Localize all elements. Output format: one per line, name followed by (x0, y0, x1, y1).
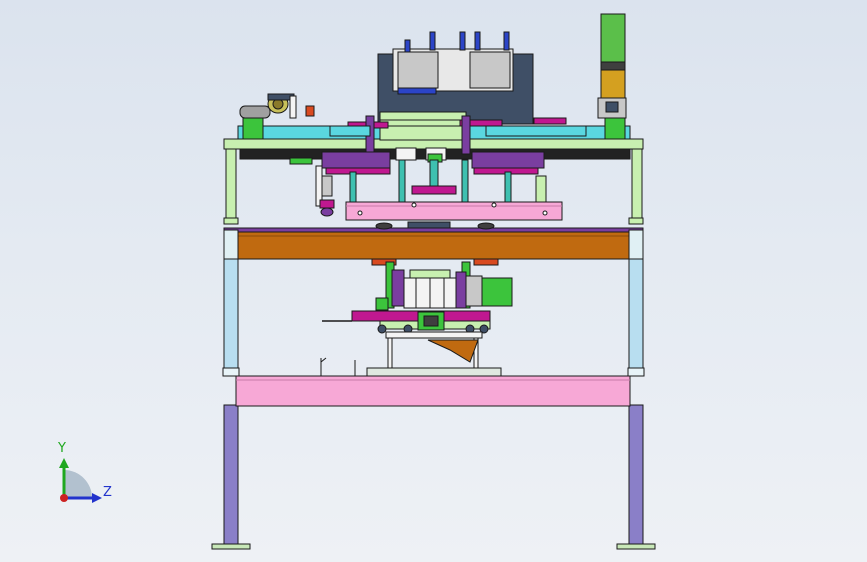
triad-x-axis-dot (60, 494, 68, 502)
lower-mechanism (371, 258, 513, 311)
cad-viewport[interactable]: Y Z (0, 0, 867, 562)
left-roller-assembly (239, 93, 315, 119)
lower-beam (235, 367, 631, 407)
triad-xy-quadrant (64, 470, 92, 498)
deck-right-green-block (604, 117, 626, 140)
foot-left (211, 543, 251, 550)
right-vertical-cylinder (597, 13, 627, 119)
leg-right-lower (628, 404, 644, 546)
machine-model-drawing[interactable] (0, 0, 867, 562)
triad-y-label: Y (58, 441, 66, 456)
leg-right-upper (628, 257, 644, 377)
middle-plate (223, 227, 644, 260)
leg-left-upper (223, 257, 239, 377)
deck-left-green-block (242, 117, 264, 140)
pink-carriage-plate (345, 201, 563, 230)
orientation-triad (59, 458, 102, 503)
lower-magenta-arm (322, 310, 491, 334)
leg-left-lower (223, 404, 239, 546)
top-cylinder-block (377, 31, 534, 141)
lower-beam-small-bar (366, 367, 502, 377)
leg-right-joint (627, 367, 645, 377)
foot-right (616, 543, 656, 550)
triad-z-label: Z (103, 485, 112, 500)
leg-left-joint (222, 367, 240, 377)
